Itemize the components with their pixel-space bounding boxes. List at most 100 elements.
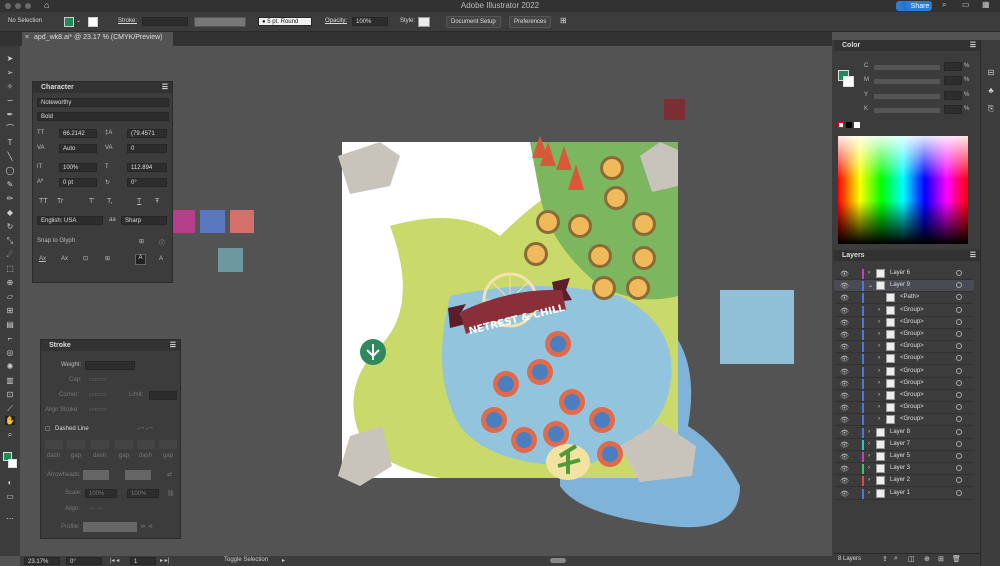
vertical-scale-field[interactable]: 100% — [59, 163, 97, 172]
status-expand-icon[interactable]: ▸ — [282, 557, 285, 564]
visibility-eye-icon[interactable]: 👁 — [840, 416, 849, 424]
color-stroke-box[interactable] — [843, 76, 854, 87]
visibility-eye-icon[interactable]: 👁 — [840, 343, 849, 351]
language-field[interactable]: English: USA — [37, 216, 103, 225]
curvature-tool-icon[interactable]: ⌒ — [5, 124, 15, 133]
visibility-eye-icon[interactable]: 👁 — [840, 282, 849, 290]
visibility-eye-icon[interactable]: 👁 — [840, 368, 849, 376]
target-icon[interactable] — [956, 379, 962, 386]
snap-baseline-button[interactable]: Ax — [39, 256, 46, 262]
stroke-color-box[interactable] — [8, 459, 17, 468]
font-size-field[interactable]: 66.2142 — [59, 129, 97, 138]
screen-mode-icon[interactable]: ▭ — [5, 492, 15, 501]
dash-alignment-icon[interactable]: ⌐¬ ⌐¬ — [137, 426, 153, 432]
underline-button[interactable]: T — [137, 198, 141, 205]
expand-arrow-icon[interactable]: › — [878, 368, 880, 374]
zoom-tool-icon[interactable]: ⌕ — [5, 430, 15, 439]
layer-row[interactable]: 👁 › Layer 2 — [834, 475, 974, 488]
swap-arrowheads-icon[interactable]: ⇄ — [167, 471, 172, 478]
previous-artboard-icon[interactable]: |◂ ◂ — [110, 557, 119, 564]
stroke-panel-menu-icon[interactable]: ☰ — [170, 341, 176, 349]
target-icon[interactable] — [956, 355, 962, 362]
target-icon[interactable] — [956, 331, 962, 337]
gap-field-1[interactable] — [67, 440, 85, 449]
white-swatch[interactable] — [854, 122, 860, 128]
anti-aliasing-field[interactable]: Sharp — [121, 216, 167, 225]
target-icon[interactable] — [956, 392, 962, 398]
expand-arrow-icon[interactable]: › — [878, 416, 880, 422]
snap-proximity-icon[interactable]: ⊞ — [105, 255, 110, 262]
delete-layer-icon[interactable]: 🗑 — [952, 555, 961, 563]
layer-row[interactable]: 👁 › <Group> — [834, 366, 974, 378]
visibility-eye-icon[interactable]: 👁 — [840, 429, 849, 437]
line-tool-icon[interactable]: ╲ — [5, 152, 15, 161]
expand-arrow-icon[interactable]: › — [878, 319, 880, 325]
horizontal-scrollbar[interactable] — [550, 558, 566, 563]
arrowhead-start-select[interactable] — [83, 470, 109, 480]
layer-row[interactable]: 👁 › Layer 7 — [834, 439, 974, 451]
all-caps-button[interactable]: TT — [39, 198, 48, 205]
font-family-field[interactable]: Noteworthy — [37, 98, 169, 107]
expand-arrow-icon[interactable]: › — [878, 380, 880, 386]
locate-object-icon[interactable]: ⌕ — [894, 555, 898, 563]
graph-tool-icon[interactable]: ▥ — [5, 376, 15, 385]
club-icon[interactable]: ♣ — [986, 86, 996, 95]
snap-glyph-button[interactable]: A — [159, 256, 163, 262]
layer-row[interactable]: 👁 › <Group> — [834, 414, 974, 427]
perspective-grid-tool-icon[interactable]: ▱ — [5, 292, 15, 301]
brush-field[interactable]: ● 5 pt. Round — [258, 17, 312, 26]
color-spectrum[interactable] — [838, 136, 968, 244]
panel-menu-icon[interactable]: ☰ — [162, 83, 168, 91]
target-icon[interactable] — [956, 440, 962, 447]
close-tab-icon[interactable]: × — [25, 34, 29, 41]
dash-field-2[interactable] — [91, 440, 109, 449]
expand-arrow-icon[interactable]: › — [878, 404, 880, 410]
stroke-weight-field[interactable] — [142, 17, 188, 26]
layer-row[interactable]: 👁 › <Group> — [834, 353, 974, 366]
new-layer-icon[interactable]: ⊞ — [938, 555, 944, 563]
c-field[interactable] — [944, 62, 962, 71]
dash-field-3[interactable] — [137, 440, 155, 449]
visibility-eye-icon[interactable]: 👁 — [840, 380, 849, 388]
paintbrush-tool-icon[interactable]: ✎ — [5, 180, 15, 189]
symbol-sprayer-tool-icon[interactable]: ✺ — [5, 362, 15, 371]
magic-wand-tool-icon[interactable]: ✧ — [5, 82, 15, 91]
font-style-field[interactable]: Bold — [37, 112, 169, 121]
baseline-shift-field[interactable]: 0 pt — [59, 178, 97, 187]
kerning-field[interactable]: Auto — [59, 144, 97, 153]
y-field[interactable] — [944, 91, 962, 100]
visibility-eye-icon[interactable]: 👁 — [840, 490, 849, 498]
target-icon[interactable] — [956, 318, 962, 325]
opacity-field[interactable]: 100% — [352, 17, 388, 26]
next-artboard-icon[interactable]: ▸ ▸| — [160, 557, 169, 564]
pen-tool-icon[interactable]: ✒ — [5, 110, 15, 119]
collect-export-icon[interactable]: ⇪ — [882, 555, 888, 563]
snap-options-icon[interactable]: ⊞ — [139, 238, 144, 245]
target-icon[interactable] — [956, 453, 962, 459]
tracking-field[interactable]: 0 — [127, 144, 167, 153]
target-icon[interactable] — [956, 428, 962, 435]
visibility-eye-icon[interactable]: 👁 — [840, 270, 849, 278]
expand-arrow-icon[interactable]: › — [878, 392, 880, 398]
link-scale-icon[interactable]: ⛓ — [167, 490, 175, 497]
m-slider[interactable] — [874, 79, 940, 84]
profile-select[interactable] — [83, 522, 137, 532]
target-icon[interactable] — [956, 465, 962, 472]
layer-row[interactable]: 👁 › Layer 1 — [834, 488, 974, 500]
c-slider[interactable] — [874, 65, 940, 70]
superscript-button[interactable]: T' — [89, 198, 95, 205]
lasso-tool-icon[interactable]: ∽ — [5, 96, 15, 105]
document-setup-button[interactable]: Document Setup — [446, 16, 501, 28]
cap-options-icon[interactable]: ▭▭▭ — [89, 376, 106, 383]
target-icon[interactable] — [956, 343, 962, 350]
target-icon[interactable] — [956, 306, 962, 313]
align-stroke-options-icon[interactable]: ▭▭▭ — [89, 406, 106, 413]
dash-field-1[interactable] — [45, 440, 63, 449]
ellipse-tool-icon[interactable]: ◯ — [5, 166, 15, 175]
visibility-eye-icon[interactable]: 👁 — [840, 294, 849, 302]
artboard-tool-icon[interactable]: ⊡ — [5, 390, 15, 399]
snap-angular-button[interactable]: A — [135, 254, 146, 265]
stroke-swatch[interactable] — [88, 17, 98, 27]
gradient-tool-icon[interactable]: ▤ — [5, 320, 15, 329]
corner-options-icon[interactable]: ▭▭▭ — [89, 391, 106, 398]
